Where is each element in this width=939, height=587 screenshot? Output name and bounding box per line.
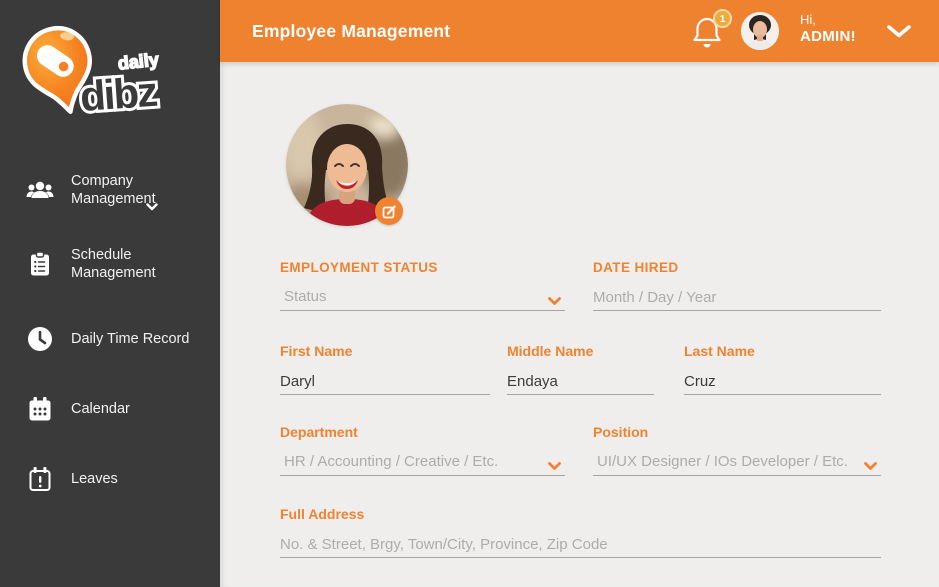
greeting: Hi, ADMIN! (800, 12, 856, 47)
first-name-label: First Name (280, 343, 490, 359)
full-address-input[interactable] (280, 532, 881, 556)
chevron-down-icon (548, 458, 561, 476)
chevron-down-icon (146, 198, 158, 216)
date-hired-input[interactable] (593, 285, 881, 309)
greeting-line1: Hi, (800, 12, 856, 28)
middle-name-field: Middle Name (507, 343, 654, 395)
middle-name-label: Middle Name (507, 343, 654, 359)
notification-badge: 1 (713, 9, 732, 28)
admin-avatar[interactable] (741, 12, 779, 50)
sidebar-item-leaves[interactable]: Leaves (0, 460, 220, 498)
department-placeholder: HR / Accounting / Creative / Etc. (280, 450, 565, 474)
position-placeholder: UI/UX Designer / IOs Developer / Etc. (593, 450, 881, 474)
position-select[interactable]: UI/UX Designer / IOs Developer / Etc. (593, 450, 881, 476)
employment-status-select[interactable]: Status (280, 285, 565, 311)
full-address-label: Full Address (280, 506, 881, 522)
sidebar-item-company-management[interactable]: Company Management (0, 162, 220, 218)
employment-status-placeholder: Status (280, 285, 565, 309)
greeting-line2: ADMIN! (800, 28, 856, 47)
last-name-field: Last Name (684, 343, 881, 395)
department-field: Department HR / Accounting / Creative / … (280, 424, 565, 476)
logo-daily-text: daily (117, 49, 160, 73)
sidebar-item-label: Calendar (71, 400, 130, 418)
middle-name-input[interactable] (507, 369, 654, 393)
account-menu-chevron[interactable] (886, 24, 914, 40)
last-name-input[interactable] (684, 369, 881, 393)
employment-status-field: EMPLOYMENT STATUS Status (280, 260, 565, 311)
first-name-field: First Name (280, 343, 490, 395)
department-label: Department (280, 424, 565, 440)
chevron-down-icon (886, 24, 912, 39)
dailydibz-logo-icon: dibz daily (14, 24, 194, 120)
edit-photo-button[interactable] (375, 197, 403, 225)
sidebar-item-label: Company Management (71, 172, 191, 208)
notifications-button[interactable]: 1 (692, 14, 728, 52)
sidebar-item-calendar[interactable]: Calendar (0, 390, 220, 428)
logo-brand-text: dibz (78, 68, 158, 120)
first-name-input[interactable] (280, 369, 490, 393)
employment-status-label: EMPLOYMENT STATUS (280, 260, 565, 275)
sidebar-item-label: Leaves (71, 470, 118, 488)
position-label: Position (593, 424, 881, 440)
top-header: Employee Management 1 Hi, ADMIN! (220, 0, 939, 62)
sidebar-item-daily-time-record[interactable]: Daily Time Record (0, 320, 220, 358)
clipboard-icon (26, 251, 54, 277)
app-window: dibz daily Company Management (0, 0, 939, 587)
clock-icon (26, 326, 54, 352)
chevron-down-icon (548, 293, 561, 311)
department-select[interactable]: HR / Accounting / Creative / Etc. (280, 450, 565, 476)
sidebar-item-label: Daily Time Record (71, 330, 189, 348)
calendar-alert-icon (26, 466, 54, 492)
edit-icon (382, 204, 397, 219)
sidebar-item-schedule-management[interactable]: Schedule Management (0, 238, 220, 290)
page-title: Employee Management (252, 0, 450, 62)
calendar-icon (26, 396, 54, 422)
last-name-label: Last Name (684, 343, 881, 359)
position-field: Position UI/UX Designer / IOs Developer … (593, 424, 881, 476)
employee-form-panel: EMPLOYMENT STATUS Status DATE HIRED Firs… (220, 62, 939, 587)
date-hired-field: DATE HIRED (593, 260, 881, 311)
sidebar: dibz daily Company Management (0, 0, 220, 587)
sidebar-item-label: Schedule Management (71, 246, 191, 282)
users-icon (26, 177, 54, 203)
chevron-down-icon (864, 458, 877, 476)
full-address-field: Full Address (280, 506, 881, 558)
dailydibz-logo: dibz daily (14, 24, 194, 120)
date-hired-label: DATE HIRED (593, 260, 881, 275)
